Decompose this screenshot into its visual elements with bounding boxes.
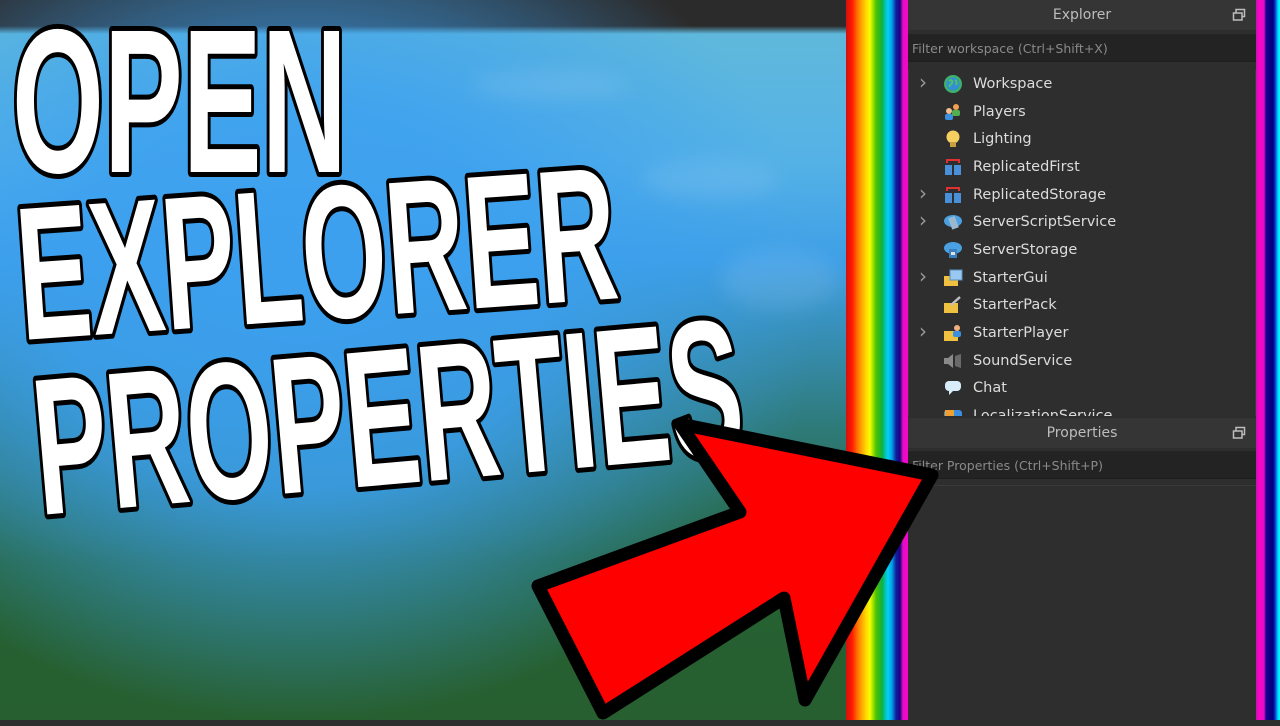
- arrow-shape: [531, 417, 939, 720]
- red-arrow: [531, 417, 939, 720]
